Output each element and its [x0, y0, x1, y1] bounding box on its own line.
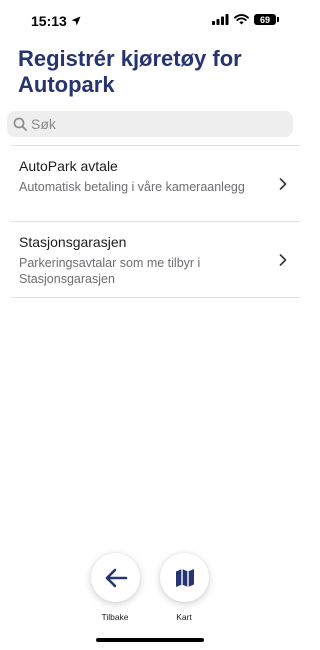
back-button-label: Tilbake: [101, 612, 129, 622]
list-item-stasjonsgarasjen[interactable]: Stasjonsgarasjen Parkeringsavtalar som m…: [11, 222, 300, 298]
list-item-description: Automatisk betaling i våre kameraanlegg: [19, 180, 245, 194]
status-time: 15:13: [31, 13, 81, 29]
wifi-icon: [234, 14, 249, 25]
chevron-right-icon: [279, 254, 287, 266]
page-title: Registrér kjøretøy for Autopark: [18, 46, 242, 97]
cellular-signal-icon: [212, 14, 229, 25]
list-item-title: Stasjonsgarasjen: [19, 234, 127, 250]
map-button-label: Kart: [176, 612, 192, 622]
back-button[interactable]: [91, 553, 140, 602]
battery-icon: 69: [254, 14, 279, 25]
list-item-autopark-avtale[interactable]: AutoPark avtale Automatisk betaling i vå…: [11, 146, 300, 222]
home-indicator[interactable]: [96, 638, 204, 642]
search-icon: [13, 117, 27, 131]
chevron-right-icon: [279, 178, 287, 190]
agreement-list: AutoPark avtale Automatisk betaling i vå…: [11, 145, 300, 298]
status-indicators: 69: [212, 14, 279, 25]
arrow-left-icon: [105, 568, 127, 587]
search-input[interactable]: [31, 116, 271, 132]
list-item-title: AutoPark avtale: [19, 158, 118, 174]
battery-level: 69: [259, 14, 270, 25]
location-arrow-icon: [71, 16, 81, 26]
search-bar[interactable]: [7, 111, 293, 137]
list-item-description: Parkeringsavtalar som me tilbyr i Stasjo…: [19, 256, 201, 286]
time-text: 15:13: [31, 13, 67, 29]
map-icon: [175, 568, 194, 587]
map-button[interactable]: [160, 553, 209, 602]
status-bar: 15:13 69: [0, 0, 300, 44]
